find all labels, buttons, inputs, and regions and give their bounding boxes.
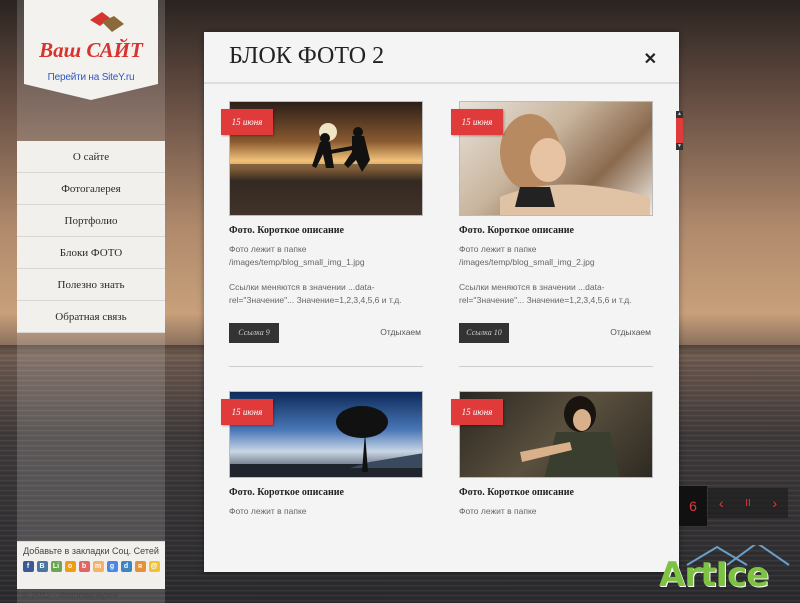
scroll-up-icon[interactable]: ▲ xyxy=(676,111,683,118)
social-bookmarks: Добавьте в закладки Соц. Сетей f B Li o … xyxy=(17,541,165,589)
card-link-button[interactable]: Ссылка 9 xyxy=(229,323,279,343)
card-footer: Ссылка 10 Отдыхаем xyxy=(459,323,653,343)
li-icon[interactable]: Li xyxy=(50,561,62,572)
card-path-text: Фото лежит в папке /images/temp/blog_sma… xyxy=(229,244,365,267)
bookmarks-title: Добавьте в закладки Соц. Сетей xyxy=(23,546,159,556)
card-description: Фото лежит в папке xyxy=(229,505,423,518)
watermark-logo: ArtIce xyxy=(657,541,797,603)
logo-site-link[interactable]: Перейти на SiteY.ru xyxy=(24,72,158,83)
menu-item-gallery[interactable]: Фотогалерея xyxy=(17,173,165,205)
photo-block-modal: БЛОК ФОТО 2 ✕ 15 июня Фото. Короткое опи… xyxy=(204,32,679,572)
odnoklassniki-icon[interactable]: o xyxy=(64,561,76,572)
card-title[interactable]: Фото. Короткое описание xyxy=(229,487,423,498)
card-author[interactable]: Отдыхаем xyxy=(610,327,651,337)
prev-arrow-icon[interactable]: ‹ xyxy=(719,495,724,511)
menu-item-photo-blocks[interactable]: Блоки ФОТО xyxy=(17,237,165,269)
vk-icon[interactable]: B xyxy=(36,561,48,572)
photo-card: 15 июня Фото. Короткое описание Фото леж… xyxy=(451,391,653,518)
slide-number: 6 xyxy=(679,486,707,526)
watermark-text: ArtIce xyxy=(659,555,769,595)
modal-header: БЛОК ФОТО 2 ✕ xyxy=(204,32,679,84)
card-divider xyxy=(229,366,423,367)
date-badge: 15 июня xyxy=(221,109,273,135)
bobrdobr-icon[interactable]: b xyxy=(78,561,90,572)
card-description: Фото лежит в папке /images/temp/blog_sma… xyxy=(229,243,423,307)
card-description: Фото лежит в папке /images/temp/blog_sma… xyxy=(459,243,653,307)
card-path-text: Фото лежит в папке /images/temp/blog_sma… xyxy=(459,244,595,267)
menu-item-useful[interactable]: Полезно знать xyxy=(17,269,165,301)
modal-title: БЛОК ФОТО 2 xyxy=(229,43,385,69)
card-note-text: Ссылки меняются в значении ...data-rel="… xyxy=(229,282,402,305)
next-arrow-icon[interactable]: › xyxy=(772,495,777,511)
card-title[interactable]: Фото. Короткое описание xyxy=(459,225,653,236)
yandex-icon[interactable]: я xyxy=(134,561,146,572)
date-badge: 15 июня xyxy=(451,399,503,425)
memori-icon[interactable]: m xyxy=(92,561,104,572)
card-title[interactable]: Фото. Короткое описание xyxy=(459,487,653,498)
scroll-down-icon[interactable]: ▼ xyxy=(676,143,683,150)
logo-title: Ваш САЙТ xyxy=(39,38,143,62)
card-divider xyxy=(459,366,653,367)
facebook-icon[interactable]: f xyxy=(22,561,34,572)
photo-card: 15 июня Фото. Короткое описание Фото леж… xyxy=(221,391,423,518)
card-footer: Ссылка 9 Отдыхаем xyxy=(229,323,423,343)
pause-icon[interactable]: II xyxy=(745,498,751,509)
main-menu: О сайте Фотогалерея Портфолио Блоки ФОТО… xyxy=(17,141,165,333)
close-button[interactable]: ✕ xyxy=(644,49,657,69)
slideshow-controls: ‹ II › xyxy=(708,488,788,518)
card-link-button[interactable]: Ссылка 10 xyxy=(459,323,509,343)
delicious-icon[interactable]: d xyxy=(120,561,132,572)
site-logo[interactable]: Ваш САЙТ Перейти на SiteY.ru xyxy=(24,0,158,100)
card-note-text: Ссылки меняются в значении ...data-rel="… xyxy=(459,282,632,305)
card-path-text: Фото лежит в папке xyxy=(229,506,307,516)
copyright-text: © 2012 · Фотогалерея xyxy=(22,590,118,600)
date-badge: 15 июня xyxy=(451,109,503,135)
card-title[interactable]: Фото. Короткое описание xyxy=(229,225,423,236)
card-path-text: Фото лежит в папке xyxy=(459,506,537,516)
logo-arrows-icon xyxy=(90,12,124,32)
date-badge: 15 июня xyxy=(221,399,273,425)
card-description: Фото лежит в папке xyxy=(459,505,653,518)
menu-item-portfolio[interactable]: Портфолио xyxy=(17,205,165,237)
photo-card: 15 июня Фото. Короткое описание Фото леж… xyxy=(451,101,653,343)
mail-icon[interactable]: @ xyxy=(148,561,160,572)
social-icon-row: f B Li o b m g d я @ xyxy=(17,561,165,572)
menu-item-feedback[interactable]: Обратная связь xyxy=(17,301,165,333)
menu-item-about[interactable]: О сайте xyxy=(17,141,165,173)
google-icon[interactable]: g xyxy=(106,561,118,572)
photo-card: 15 июня Фото. Короткое описание Фото леж… xyxy=(221,101,423,343)
card-author[interactable]: Отдыхаем xyxy=(380,327,421,337)
